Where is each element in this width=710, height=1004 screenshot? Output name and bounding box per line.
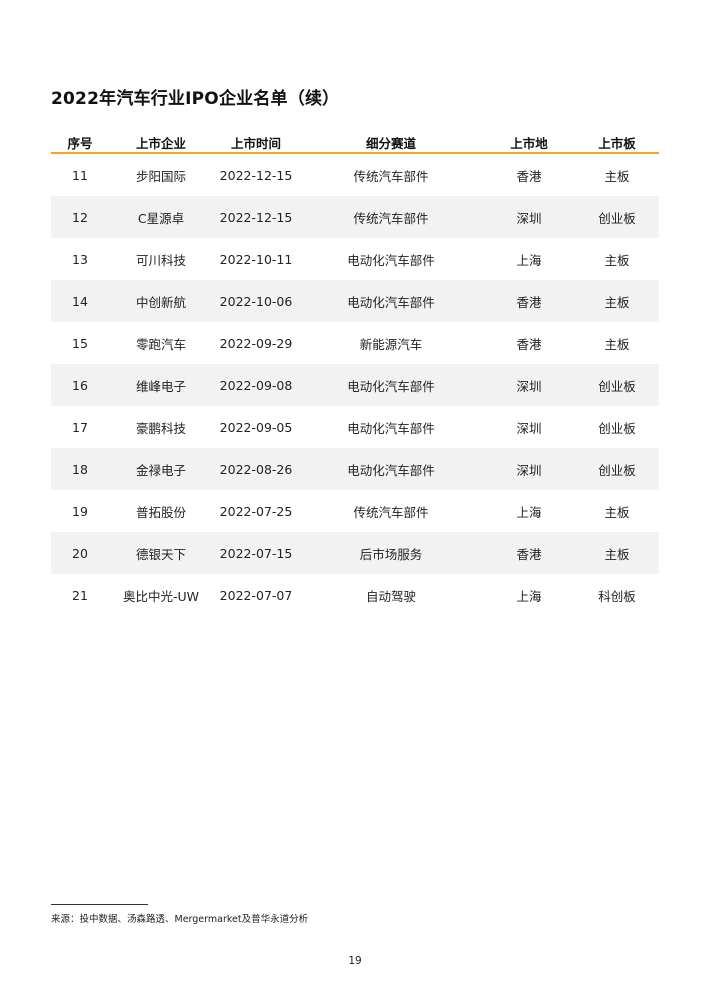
page-number: 19 [348, 955, 362, 967]
row-index: 17 [72, 419, 88, 435]
row-segment: 传统汽车部件 [353, 504, 429, 520]
row-exchange: 上海 [516, 504, 542, 520]
footnote-divider [51, 904, 148, 905]
row-segment: 传统汽车部件 [353, 210, 429, 226]
row-listing-date: 2022-12-15 [219, 167, 293, 183]
row-board: 创业板 [598, 462, 636, 478]
row-segment: 电动化汽车部件 [347, 252, 435, 268]
row-board: 主板 [604, 294, 630, 310]
row-segment: 电动化汽车部件 [347, 462, 435, 478]
row-board: 科创板 [598, 588, 636, 604]
row-board: 创业板 [598, 378, 636, 394]
table-row: 16 维峰电子 2022-09-08 电动化汽车部件 深圳 创业板 [51, 364, 659, 406]
row-board: 主板 [604, 504, 630, 520]
row-company: 奥比中光-UW [122, 588, 200, 604]
row-board: 主板 [604, 252, 630, 268]
table-row: 12 C星源卓 2022-12-15 传统汽车部件 深圳 创业板 [51, 196, 659, 238]
row-company: 步阳国际 [135, 168, 186, 184]
row-index: 21 [72, 587, 88, 603]
row-exchange: 香港 [516, 546, 542, 562]
row-segment: 电动化汽车部件 [347, 294, 435, 310]
row-company: 普拓股份 [135, 504, 186, 520]
row-exchange: 香港 [516, 294, 542, 310]
row-company: 金禄电子 [135, 462, 186, 478]
table-row: 14 中创新航 2022-10-06 电动化汽车部件 香港 主板 [51, 280, 659, 322]
header-segment: 细分赛道 [365, 135, 416, 151]
row-company: 豪鹏科技 [135, 420, 186, 436]
row-board: 创业板 [598, 210, 636, 226]
row-exchange: 香港 [516, 336, 542, 352]
row-exchange: 深圳 [516, 378, 542, 394]
row-segment: 新能源汽车 [359, 336, 423, 352]
header-exchange: 上市地 [510, 135, 548, 151]
row-listing-date: 2022-09-05 [219, 419, 293, 435]
row-index: 20 [72, 545, 88, 561]
row-segment: 电动化汽车部件 [347, 420, 435, 436]
page-title: 2022年汽车行业IPO企业名单（续） [51, 89, 340, 109]
row-exchange: 深圳 [516, 462, 542, 478]
row-listing-date: 2022-07-07 [219, 587, 293, 603]
row-exchange: 深圳 [516, 420, 542, 436]
row-exchange: 香港 [516, 168, 542, 184]
table-row: 15 零跑汽车 2022-09-29 新能源汽车 香港 主板 [51, 322, 659, 364]
row-index: 11 [72, 167, 88, 183]
row-board: 主板 [604, 546, 630, 562]
table-row: 13 可川科技 2022-10-11 电动化汽车部件 上海 主板 [51, 238, 659, 280]
row-index: 13 [72, 251, 88, 267]
row-index: 14 [72, 293, 88, 309]
header-company: 上市企业 [135, 135, 186, 151]
table-row: 11 步阳国际 2022-12-15 传统汽车部件 香港 主板 [51, 154, 659, 196]
row-listing-date: 2022-08-26 [219, 461, 293, 477]
row-exchange: 上海 [516, 588, 542, 604]
row-listing-date: 2022-07-15 [219, 545, 293, 561]
row-listing-date: 2022-10-06 [219, 293, 293, 309]
header-listing-date: 上市时间 [230, 135, 281, 151]
header-board: 上市板 [598, 135, 636, 151]
row-board: 主板 [604, 336, 630, 352]
row-listing-date: 2022-09-08 [219, 377, 293, 393]
row-listing-date: 2022-12-15 [219, 209, 293, 225]
row-company: 中创新航 [135, 294, 186, 310]
row-board: 创业板 [598, 420, 636, 436]
table-body: 11 步阳国际 2022-12-15 传统汽车部件 香港 主板 12 C星源卓 2022-12-… [51, 154, 659, 616]
row-company: 零跑汽车 [135, 336, 186, 352]
row-index: 18 [72, 461, 88, 477]
row-company: C星源卓 [137, 210, 185, 226]
row-index: 15 [72, 335, 88, 351]
row-index: 16 [72, 377, 88, 393]
row-exchange: 深圳 [516, 210, 542, 226]
table-row: 21 奥比中光-UW 2022-07-07 自动驾驶 上海 科创板 [51, 574, 659, 616]
row-company: 可川科技 [135, 252, 186, 268]
row-segment: 自动驾驶 [365, 588, 416, 604]
row-listing-date: 2022-10-11 [219, 251, 293, 267]
row-index: 19 [72, 503, 88, 519]
row-segment: 电动化汽车部件 [347, 378, 435, 394]
row-index: 12 [72, 209, 88, 225]
table-header: 序号 上市企业 上市时间 细分赛道 上市地 上市板 [51, 132, 659, 154]
row-exchange: 上海 [516, 252, 542, 268]
row-company: 德银天下 [135, 546, 186, 562]
table-row: 19 普拓股份 2022-07-25 传统汽车部件 上海 主板 [51, 490, 659, 532]
row-company: 维峰电子 [135, 378, 186, 394]
row-listing-date: 2022-09-29 [219, 335, 293, 351]
row-segment: 传统汽车部件 [353, 168, 429, 184]
source-footnote: 来源：投中数据、汤森路透、Mergermarket及普华永道分析 [51, 914, 309, 925]
header-index: 序号 [67, 135, 93, 151]
table-row: 18 金禄电子 2022-08-26 电动化汽车部件 深圳 创业板 [51, 448, 659, 490]
table-row: 17 豪鹏科技 2022-09-05 电动化汽车部件 深圳 创业板 [51, 406, 659, 448]
row-board: 主板 [604, 168, 630, 184]
table-row: 20 德银天下 2022-07-15 后市场服务 香港 主板 [51, 532, 659, 574]
row-listing-date: 2022-07-25 [219, 503, 293, 519]
row-segment: 后市场服务 [359, 546, 423, 562]
ipo-table: 序号 上市企业 上市时间 细分赛道 上市地 上市板 11 步阳国际 2022-12-… [51, 132, 659, 616]
